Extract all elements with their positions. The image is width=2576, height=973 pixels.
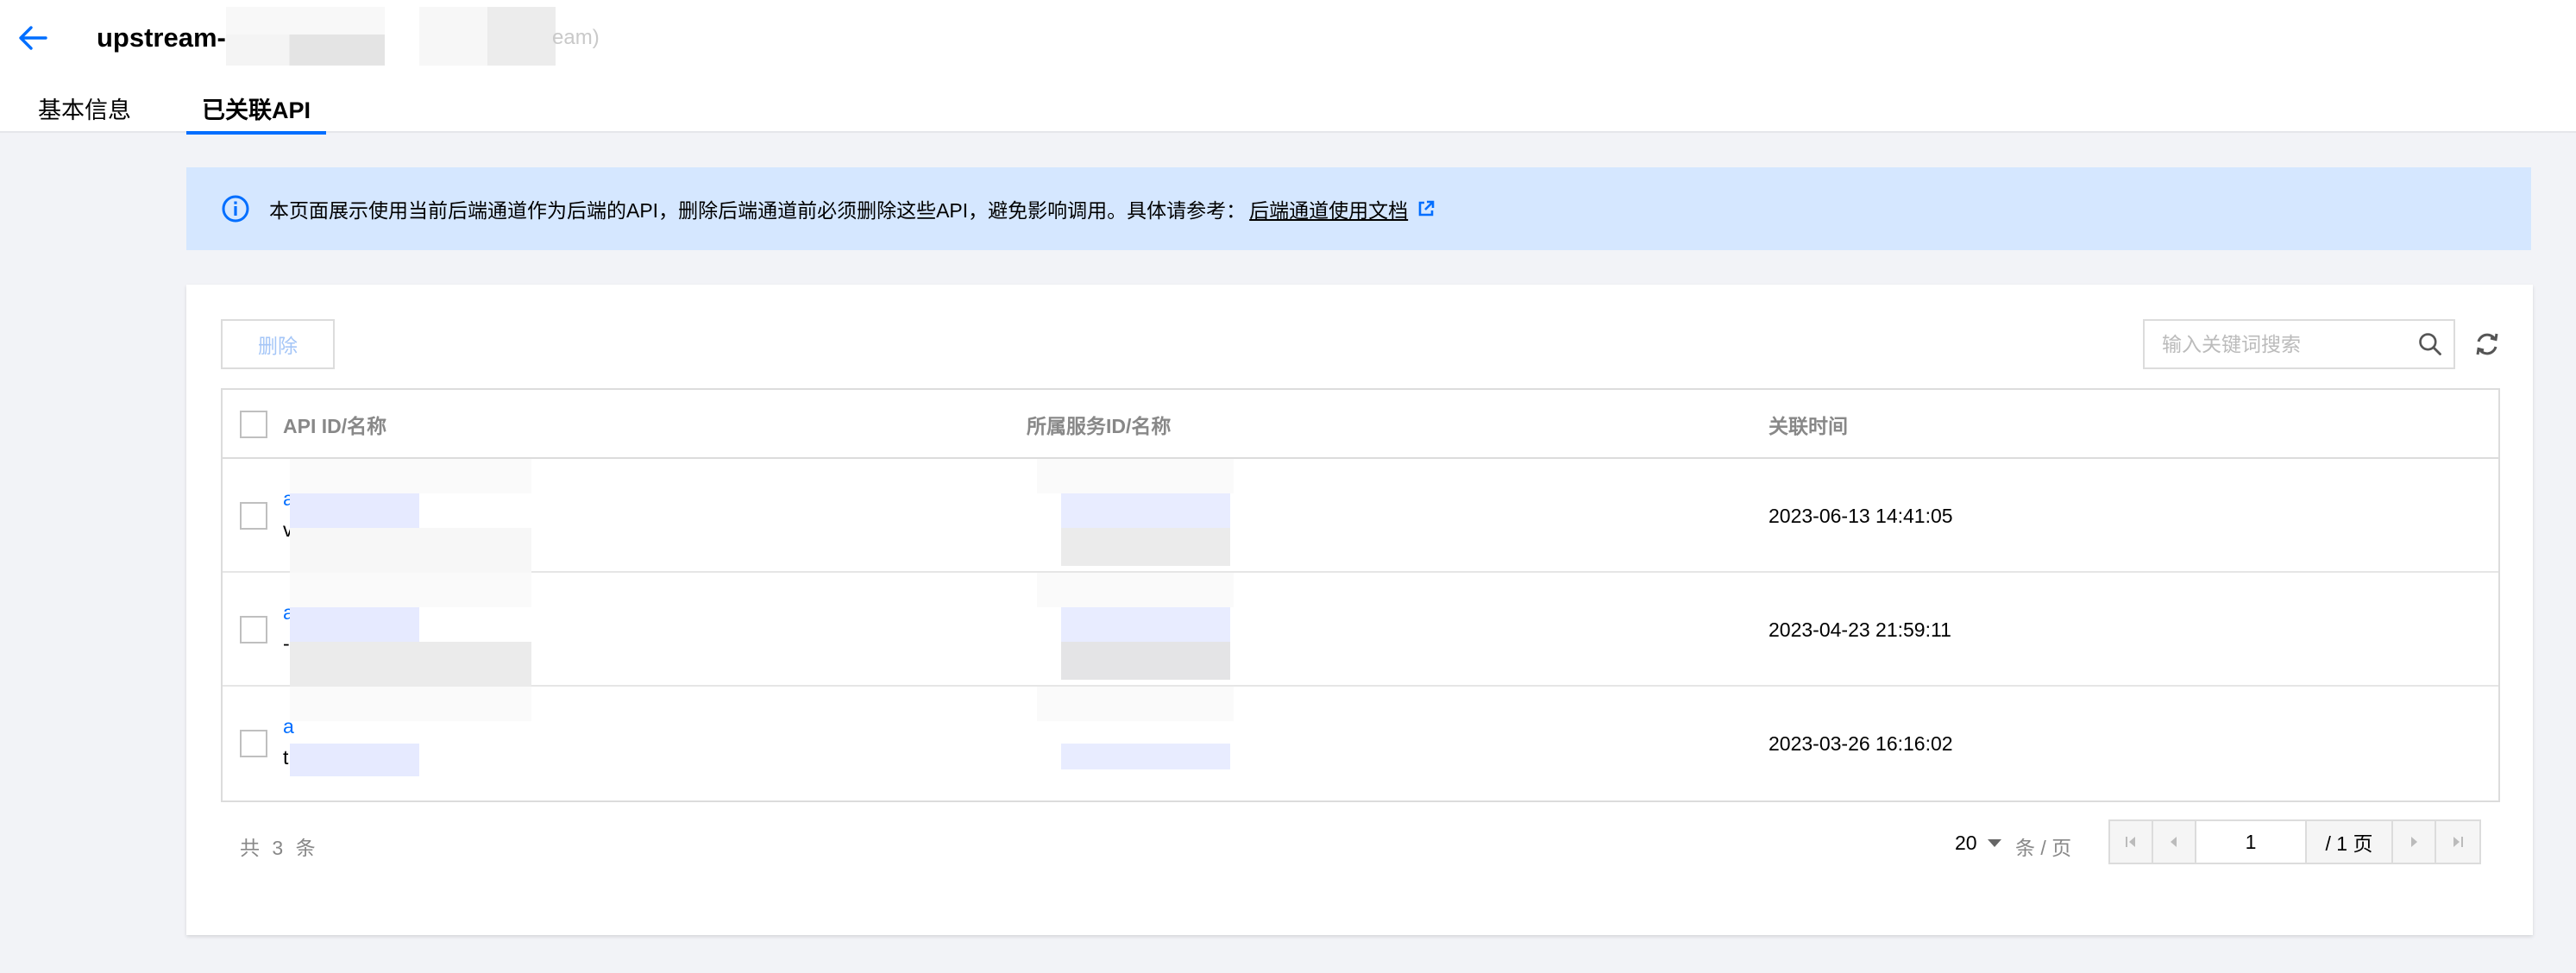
redacted-block (419, 7, 556, 66)
table-row: a t 2023-03-26 16:16:02 (223, 687, 2498, 800)
redacted-block (226, 7, 385, 66)
select-all-checkbox[interactable] (240, 411, 267, 438)
redacted-block (290, 573, 531, 687)
delete-button[interactable]: 删除 (221, 319, 335, 369)
doc-link[interactable]: 后端通道使用文档 (1249, 194, 1408, 223)
api-table: API ID/名称 所属服务ID/名称 关联时间 a v 2023-06-13 … (221, 388, 2500, 802)
page-size-select[interactable]: 20 (1955, 832, 2001, 855)
search-icon[interactable] (2417, 330, 2443, 359)
link-time: 2023-06-13 14:41:05 (1769, 504, 1953, 527)
redacted-block (1037, 687, 1234, 800)
search-box (2143, 319, 2455, 369)
pagination: 共 3 条 20 条 / 页 / 1 页 (221, 819, 2500, 871)
column-header-service: 所属服务ID/名称 (1027, 415, 1172, 437)
total-count: 共 3 条 (240, 837, 319, 859)
table-row: a v 2023-06-13 14:41:05 (223, 459, 2498, 573)
page-header: upstream- eam) 基本信息 已关联API (0, 0, 2576, 135)
search-input[interactable] (2145, 321, 2417, 367)
table-header: API ID/名称 所属服务ID/名称 关联时间 (223, 390, 2498, 459)
page-size-value: 20 (1955, 832, 1977, 854)
last-page-button[interactable] (2436, 821, 2479, 863)
tab-bar: 基本信息 已关联API (38, 85, 381, 135)
page-title: upstream- (97, 21, 226, 55)
row-checkbox[interactable] (240, 730, 267, 757)
info-icon (222, 195, 249, 223)
next-page-icon (2411, 837, 2417, 847)
redacted-block (290, 687, 531, 800)
alert-text: 本页面展示使用当前后端通道作为后端的API，删除后端通道前必须删除这些API，避… (269, 199, 1247, 222)
redacted-block (290, 459, 531, 573)
refresh-icon[interactable] (2474, 331, 2500, 357)
pager: / 1 页 (2108, 819, 2481, 864)
table-row: a - 2023-04-23 21:59:11 (223, 573, 2498, 687)
row-checkbox[interactable] (240, 502, 267, 530)
link-time: 2023-04-23 21:59:11 (1769, 618, 1951, 641)
last-page-icon (2453, 837, 2463, 847)
column-header-time: 关联时间 (1769, 415, 1848, 437)
page-size-unit: 条 / 页 (2015, 837, 2072, 859)
api-list-card: 删除 API ID/名称 所属服务ID/名称 关联时间 a v 2023 (186, 285, 2533, 935)
redacted-block (1037, 573, 1234, 687)
arrow-left-icon (19, 26, 47, 50)
next-page-button[interactable] (2393, 821, 2436, 863)
prev-page-icon (2171, 837, 2177, 847)
redacted-block (1037, 459, 1234, 573)
column-header-api: API ID/名称 (283, 415, 387, 437)
row-checkbox[interactable] (240, 616, 267, 643)
external-link-icon[interactable] (1417, 199, 1436, 218)
first-page-icon (2126, 837, 2135, 847)
first-page-button[interactable] (2110, 821, 2153, 863)
info-alert: 本页面展示使用当前后端通道作为后端的API，删除后端通道前必须删除这些API，避… (186, 167, 2531, 250)
back-button[interactable] (16, 22, 50, 53)
title-text: upstream- (97, 22, 226, 53)
caret-down-icon (1987, 839, 2001, 847)
tab-basic-info[interactable]: 基本信息 (38, 85, 131, 133)
total-pages: / 1 页 (2307, 821, 2393, 863)
title-suffix: eam) (552, 26, 600, 49)
link-time: 2023-03-26 16:16:02 (1769, 731, 1953, 755)
page-number-input[interactable] (2196, 821, 2307, 863)
prev-page-button[interactable] (2153, 821, 2196, 863)
tab-linked-api[interactable]: 已关联API (185, 85, 327, 135)
